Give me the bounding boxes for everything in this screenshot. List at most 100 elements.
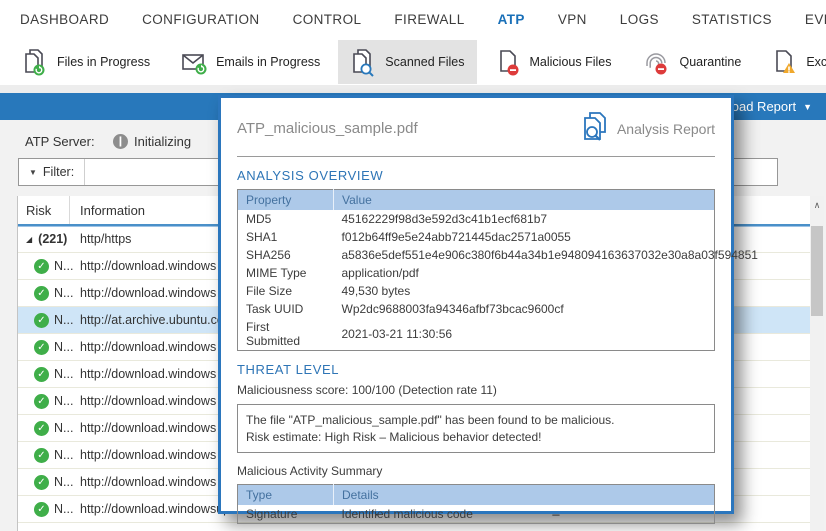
check-icon: ✓ [34, 475, 49, 490]
check-icon: ✓ [34, 502, 49, 517]
files-in-progress-button[interactable]: Files in Progress [10, 40, 162, 84]
quarantine-button[interactable]: Quarantine [629, 41, 753, 83]
modal-header: ATP_malicious_sample.pdf Analysis Report [237, 110, 715, 147]
scroll-up-icon[interactable]: ∧ [810, 200, 824, 211]
risk-cell: ✓N... [18, 361, 70, 387]
risk-cell: ✓N... [18, 442, 70, 468]
risk-cell: ✓N... [18, 253, 70, 279]
risk-cell: ✓N... [18, 334, 70, 360]
risk-cell: ✓N... [18, 496, 70, 522]
overview-col-value: Value [334, 190, 715, 211]
atp-server-label: ATP Server: [25, 134, 113, 149]
check-icon: ✓ [34, 448, 49, 463]
threat-line-1: The file "ATP_malicious_sample.pdf" has … [246, 413, 706, 427]
column-header-information[interactable]: Information [70, 203, 145, 218]
nav-atp[interactable]: ATP [498, 12, 525, 27]
emails-in-progress-label: Emails in Progress [216, 55, 320, 69]
analysis-report-icon [579, 110, 609, 147]
nav-statistics[interactable]: STATISTICS [692, 12, 772, 27]
threat-line-2: Risk estimate: High Risk – Malicious beh… [246, 430, 706, 444]
malicious-activity-heading: Malicious Activity Summary [237, 464, 715, 478]
scrollbar-thumb[interactable] [811, 226, 823, 316]
check-icon: ✓ [34, 340, 49, 355]
column-header-risk[interactable]: Risk [18, 196, 70, 224]
filter-dropdown[interactable]: ▼ Filter: [19, 159, 85, 185]
exceptions-button[interactable]: Exceptions [759, 40, 826, 84]
risk-cell: ✓N... [18, 280, 70, 306]
activity-row: SignatureIdentified malicious code [238, 505, 715, 524]
scanned-files-button[interactable]: Scanned Files [338, 40, 476, 84]
malicious-files-button[interactable]: Malicious Files [483, 40, 624, 84]
analysis-overview-heading: ANALYSIS OVERVIEW [237, 168, 715, 183]
activity-col-details: Details [334, 485, 715, 506]
analysis-report-modal: ATP_malicious_sample.pdf Analysis Report… [218, 95, 734, 514]
scanned-files-label: Scanned Files [385, 55, 464, 69]
modal-divider [237, 156, 715, 157]
nav-vpn[interactable]: VPN [558, 12, 587, 27]
maliciousness-score: Maliciousness score: 100/100 (Detection … [237, 383, 715, 397]
filter-caret-icon: ▼ [29, 168, 37, 177]
check-icon: ✓ [34, 394, 49, 409]
threat-description-box: The file "ATP_malicious_sample.pdf" has … [237, 404, 715, 453]
info-cell: http://download.windows [70, 394, 216, 408]
check-icon: ✓ [34, 286, 49, 301]
risk-cell: ✓N... [18, 469, 70, 495]
divider-band [0, 85, 826, 93]
emails-in-progress-icon [180, 48, 208, 76]
quarantine-label: Quarantine [679, 55, 741, 69]
exceptions-label: Exceptions [806, 55, 826, 69]
overview-row: Task UUIDWp2dc9688003fa94346afbf73bcac96… [238, 300, 715, 318]
group-count: (221) [38, 232, 67, 246]
analysis-overview-table: Property Value MD545162229f98d3e592d3c41… [237, 189, 715, 351]
nav-dashboard[interactable]: DASHBOARD [20, 12, 109, 27]
risk-cell: ✓N... [18, 415, 70, 441]
initializing-status-icon: ❙ [113, 134, 128, 149]
analysis-report-header: Analysis Report [579, 110, 715, 147]
files-in-progress-label: Files in Progress [57, 55, 150, 69]
check-icon: ✓ [34, 367, 49, 382]
expand-triangle-icon[interactable]: ◢ [26, 235, 32, 244]
filter-label: Filter: [43, 165, 74, 179]
analysis-report-label: Analysis Report [617, 121, 715, 137]
info-cell: http://download.windows [70, 259, 216, 273]
activity-col-type: Type [238, 485, 334, 506]
risk-cell: ✓N... [18, 307, 70, 333]
malicious-activity-table: Type Details SignatureIdentified malicio… [237, 484, 715, 524]
atp-server-value: Initializing [134, 134, 191, 149]
info-cell: http://download.windows [70, 286, 216, 300]
info-cell: http://download.windows [70, 367, 216, 381]
malicious-files-label: Malicious Files [530, 55, 612, 69]
malicious-files-icon [495, 47, 522, 77]
check-icon: ✓ [34, 313, 49, 328]
nav-firewall[interactable]: FIREWALL [394, 12, 464, 27]
overview-row: MD545162229f98d3e592d3c41b1ecf681b7 [238, 210, 715, 228]
nav-logs[interactable]: LOGS [620, 12, 659, 27]
info-cell: http://download.windows [70, 340, 216, 354]
check-icon: ✓ [34, 421, 49, 436]
overview-row: SHA1f012b64ff9e5e24abb721445dac2571a0055 [238, 228, 715, 246]
risk-cell: ✓N... [18, 388, 70, 414]
overview-col-property: Property [238, 190, 334, 211]
info-cell: http://at.archive.ubuntu.co [70, 313, 224, 327]
nav-configuration[interactable]: CONFIGURATION [142, 12, 259, 27]
info-cell: http://download.windows [70, 448, 216, 462]
group-risk-cell: ◢ (221) [18, 226, 70, 252]
files-in-progress-icon [22, 47, 49, 77]
overview-row: MIME Typeapplication/pdf [238, 264, 715, 282]
atp-toolbar: Files in Progress Emails in Progress Sca… [0, 38, 826, 85]
info-cell: http://download.windows [70, 421, 216, 435]
emails-in-progress-button[interactable]: Emails in Progress [168, 41, 332, 83]
nav-events[interactable]: EVENTS [805, 12, 826, 27]
nav-control[interactable]: CONTROL [293, 12, 362, 27]
group-info-cell: http/https [70, 232, 131, 246]
main-nav: DASHBOARD CONFIGURATION CONTROL FIREWALL… [0, 0, 826, 38]
modal-file-title: ATP_malicious_sample.pdf [237, 120, 418, 137]
chevron-down-icon: ▼ [803, 102, 812, 112]
overview-row: First Submitted2021-03-21 11:30:56 [238, 318, 715, 351]
info-cell: http://download.windows [70, 475, 216, 489]
overview-row: SHA256a5836e5def551e4e906c380f6b44a34b1e… [238, 246, 715, 264]
threat-level-heading: THREAT LEVEL [237, 362, 715, 377]
overview-row: File Size49,530 bytes [238, 282, 715, 300]
vertical-scrollbar[interactable]: ∧ [810, 196, 824, 531]
scanned-files-icon [350, 47, 377, 77]
